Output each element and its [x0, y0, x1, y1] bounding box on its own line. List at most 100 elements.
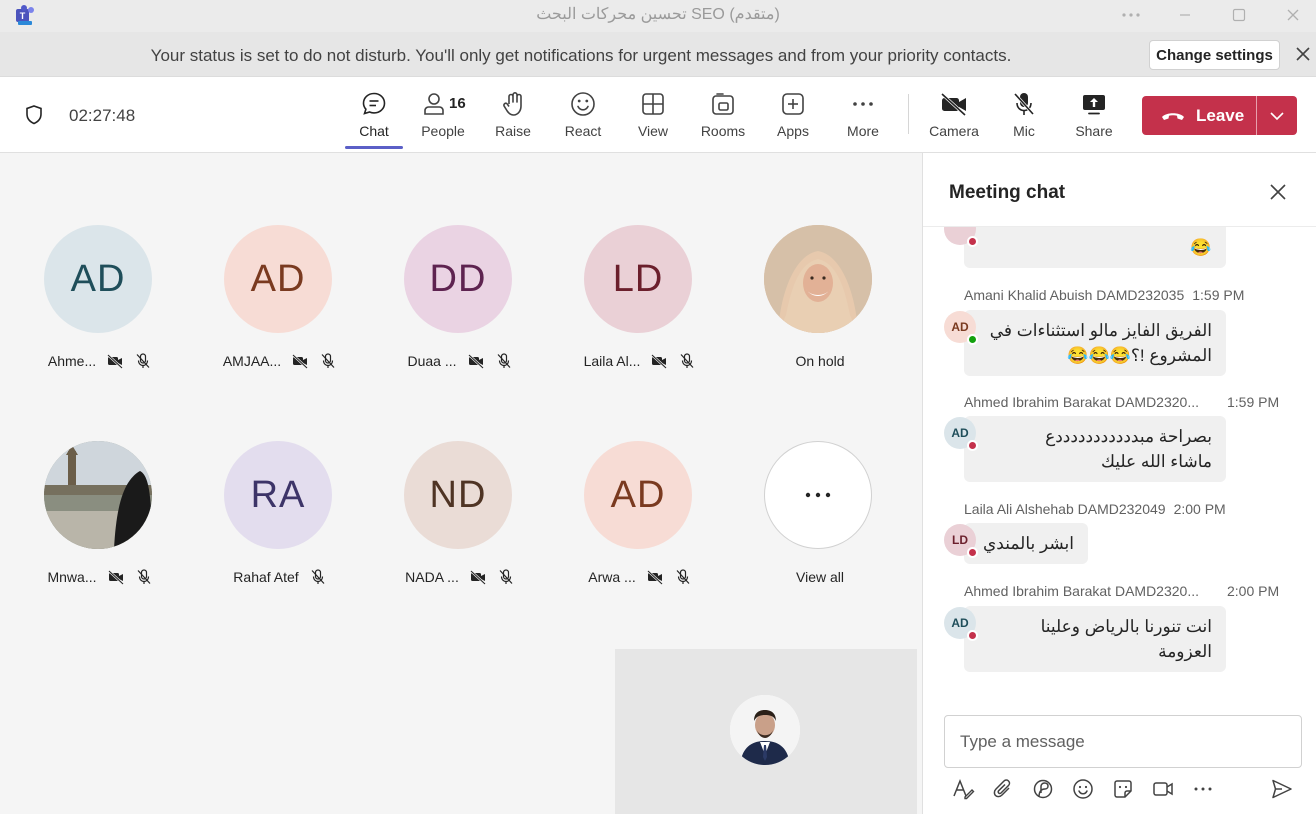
- participant-meta: Ahme...: [20, 350, 180, 372]
- shield-icon[interactable]: [22, 103, 46, 127]
- participant-tile[interactable]: LD Laila Al...: [560, 213, 720, 383]
- participant-meta: NADA ...: [380, 566, 540, 588]
- message-sender: Amani Khalid Abuish DAMD232035: [964, 287, 1185, 303]
- participant-stage: AD Ahme... AD AMJAA... DD Duaa ... LD Laila Al.…: [0, 153, 922, 814]
- add-app-icon: [782, 93, 804, 115]
- title-bar: T تحسين محركات البحث SEO (متقدم): [0, 0, 1316, 32]
- available-status-icon: [967, 334, 978, 345]
- mic-label: Mic: [1013, 123, 1035, 139]
- message-bubble[interactable]: انت تنورنا بالرياض وعلينا العزومة: [964, 606, 1226, 672]
- change-settings-button[interactable]: Change settings: [1149, 40, 1280, 70]
- message-time: 2:00 PM: [1227, 583, 1280, 599]
- message-bubble[interactable]: بصراحة مبدددددددددددع ماشاء الله عليك: [964, 416, 1226, 482]
- loop-icon[interactable]: [1031, 777, 1055, 801]
- self-avatar: [730, 695, 800, 765]
- participant-tile[interactable]: AD Ahme...: [20, 213, 180, 383]
- window-more-button[interactable]: [1108, 0, 1154, 30]
- message-input[interactable]: Type a message: [944, 715, 1302, 768]
- more-button[interactable]: More: [828, 89, 898, 145]
- message-time: 1:59 PM: [1192, 287, 1245, 303]
- camera-off-icon: [469, 568, 487, 586]
- raise-hand-button[interactable]: Raise: [478, 89, 548, 145]
- chat-messages[interactable]: ● ● ● 😂 Amani Khalid Abuish DAMD232035 1:…: [923, 227, 1316, 707]
- dismiss-banner-icon[interactable]: [1291, 42, 1315, 66]
- close-icon[interactable]: [1267, 181, 1289, 203]
- message-meta: Ahmed Ibrahim Barakat DAMD2320... 1:59 PM: [964, 394, 1279, 410]
- avatar: [944, 227, 978, 247]
- participant-tile[interactable]: ND NADA ...: [380, 429, 540, 599]
- message-placeholder: Type a message: [960, 732, 1085, 751]
- close-window-button[interactable]: [1270, 0, 1316, 30]
- participant-initials: RA: [250, 473, 306, 516]
- raise-label: Raise: [495, 123, 531, 139]
- avatar: LD: [944, 524, 978, 558]
- participant-initials: AD: [250, 257, 306, 300]
- meeting-chat-panel: Meeting chat ● ● ● 😂 Amani Khalid Abuish…: [922, 153, 1316, 814]
- people-button[interactable]: People: [408, 89, 478, 145]
- dnd-status-icon: [967, 440, 978, 451]
- toolbar-divider: [908, 94, 909, 134]
- participant-tile[interactable]: Mnwa...: [20, 429, 180, 599]
- share-button[interactable]: Share: [1059, 89, 1129, 145]
- participant-meta: Arwa ...: [560, 566, 720, 588]
- message-bubble[interactable]: الفريق الفايز مالو استثناءات في المشروع …: [964, 310, 1226, 376]
- self-video-preview[interactable]: [615, 649, 917, 814]
- camera-off-icon: [291, 352, 309, 370]
- participant-photo: [764, 225, 872, 333]
- participant-avatar: [764, 441, 872, 549]
- emoji-icon[interactable]: [1071, 777, 1095, 801]
- participant-tile[interactable]: RA Rahaf Atef: [200, 429, 360, 599]
- participant-avatar: RA: [224, 441, 332, 549]
- participant-avatar: AD: [44, 225, 152, 333]
- maximize-button[interactable]: [1216, 0, 1262, 30]
- participant-meta: AMJAA...: [200, 350, 360, 372]
- meeting-toolbar: 02:27:48 Chat People 16 Raise React View…: [0, 77, 1316, 153]
- participant-tile[interactable]: On hold: [740, 213, 900, 383]
- participant-tile[interactable]: View all: [740, 429, 900, 599]
- partial-emoji: 😂: [1190, 238, 1212, 257]
- self-photo: [730, 695, 800, 765]
- rooms-icon: [712, 93, 734, 115]
- mic-off-icon: [135, 568, 153, 586]
- message-meta: Ahmed Ibrahim Barakat DAMD2320... 2:00 PM: [964, 583, 1279, 599]
- format-icon[interactable]: [951, 777, 975, 801]
- people-label: People: [421, 123, 465, 139]
- send-icon[interactable]: [1270, 777, 1294, 801]
- minimize-button[interactable]: [1162, 0, 1208, 30]
- leave-divider: [1256, 96, 1257, 135]
- message-line: العزومة: [1158, 642, 1212, 661]
- more-label: More: [847, 123, 879, 139]
- camera-button[interactable]: Camera: [919, 89, 989, 145]
- mic-button[interactable]: Mic: [989, 89, 1059, 145]
- leave-button[interactable]: Leave: [1142, 96, 1297, 135]
- maximize-icon: [1232, 8, 1246, 22]
- mic-off-icon: [495, 352, 513, 370]
- message-bubble[interactable]: ابشر بالمندي: [964, 523, 1088, 564]
- participant-meta: View all: [740, 566, 900, 588]
- react-button[interactable]: React: [548, 89, 618, 145]
- attach-icon[interactable]: [991, 777, 1015, 801]
- message-line: الفريق الفايز مالو استثناءات في: [989, 321, 1212, 340]
- participant-tile[interactable]: DD Duaa ...: [380, 213, 540, 383]
- chevron-down-icon[interactable]: [1268, 107, 1286, 125]
- avatar: AD: [944, 417, 978, 451]
- participant-name: Duaa ...: [407, 353, 457, 369]
- participant-tile[interactable]: AD AMJAA...: [200, 213, 360, 383]
- participant-name: View all: [796, 569, 844, 585]
- message-time: 2:00 PM: [1173, 501, 1226, 517]
- message-meta: Amani Khalid Abuish DAMD232035 1:59 PM: [964, 287, 1244, 303]
- react-label: React: [564, 123, 602, 139]
- minimize-icon: [1180, 14, 1190, 16]
- participant-meta: Mnwa...: [20, 566, 180, 588]
- mic-off-icon: [134, 352, 152, 370]
- apps-button[interactable]: Apps: [758, 89, 828, 145]
- participant-tile[interactable]: AD Arwa ...: [560, 429, 720, 599]
- meet-now-icon[interactable]: [1151, 777, 1175, 801]
- sticker-icon[interactable]: [1111, 777, 1135, 801]
- view-button[interactable]: View: [618, 89, 688, 145]
- rooms-button[interactable]: Rooms: [688, 89, 758, 145]
- ellipsis-icon[interactable]: [1191, 777, 1215, 801]
- chat-button[interactable]: Chat: [339, 89, 409, 145]
- view-label: View: [637, 123, 669, 139]
- ellipsis-icon: [805, 492, 831, 498]
